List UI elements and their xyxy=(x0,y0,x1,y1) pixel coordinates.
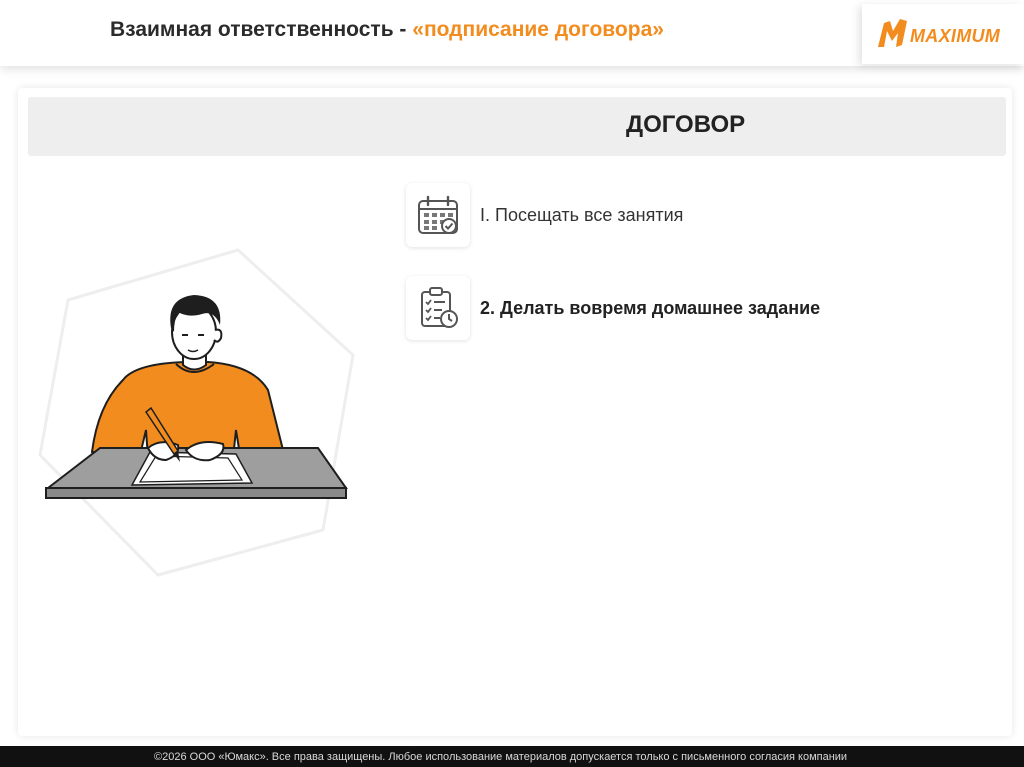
item-1-text: I. Посещать все занятия xyxy=(480,205,683,226)
logo: MAXIMUM xyxy=(862,4,1024,64)
maximum-logo-mark-icon xyxy=(878,19,907,47)
page-title-accent: «подписание договора» xyxy=(412,18,664,41)
contract-title: ДОГОВОР xyxy=(626,111,746,138)
page-title-plain: Взаимная ответственность - xyxy=(110,18,413,41)
page-title: Взаимная ответственность - «подписание д… xyxy=(110,18,664,42)
item-2-number: 2. xyxy=(480,298,496,318)
logo-text: MAXIMUM xyxy=(910,26,1001,46)
calendar-check-icon xyxy=(418,195,458,234)
copyright-text: ©2026 ООО «Юмакс». Все права защищены. Л… xyxy=(154,751,848,763)
item-1-number: I. xyxy=(480,205,491,225)
item-1-label: Посещать все занятия xyxy=(495,205,684,225)
item-1-icon-box xyxy=(406,183,470,247)
checklist-clock-icon xyxy=(421,287,458,328)
item-2-text: 2. Делать вовремя домашнее задание xyxy=(480,298,820,319)
contract-banner: ДОГОВОР xyxy=(28,97,1006,156)
item-2-icon-box xyxy=(406,276,470,340)
person-signing-document-illustration xyxy=(38,248,355,577)
item-2-label: Делать вовремя домашнее задание xyxy=(500,298,821,318)
footer: ©2026 ООО «Юмакс». Все права защищены. Л… xyxy=(0,746,1024,767)
